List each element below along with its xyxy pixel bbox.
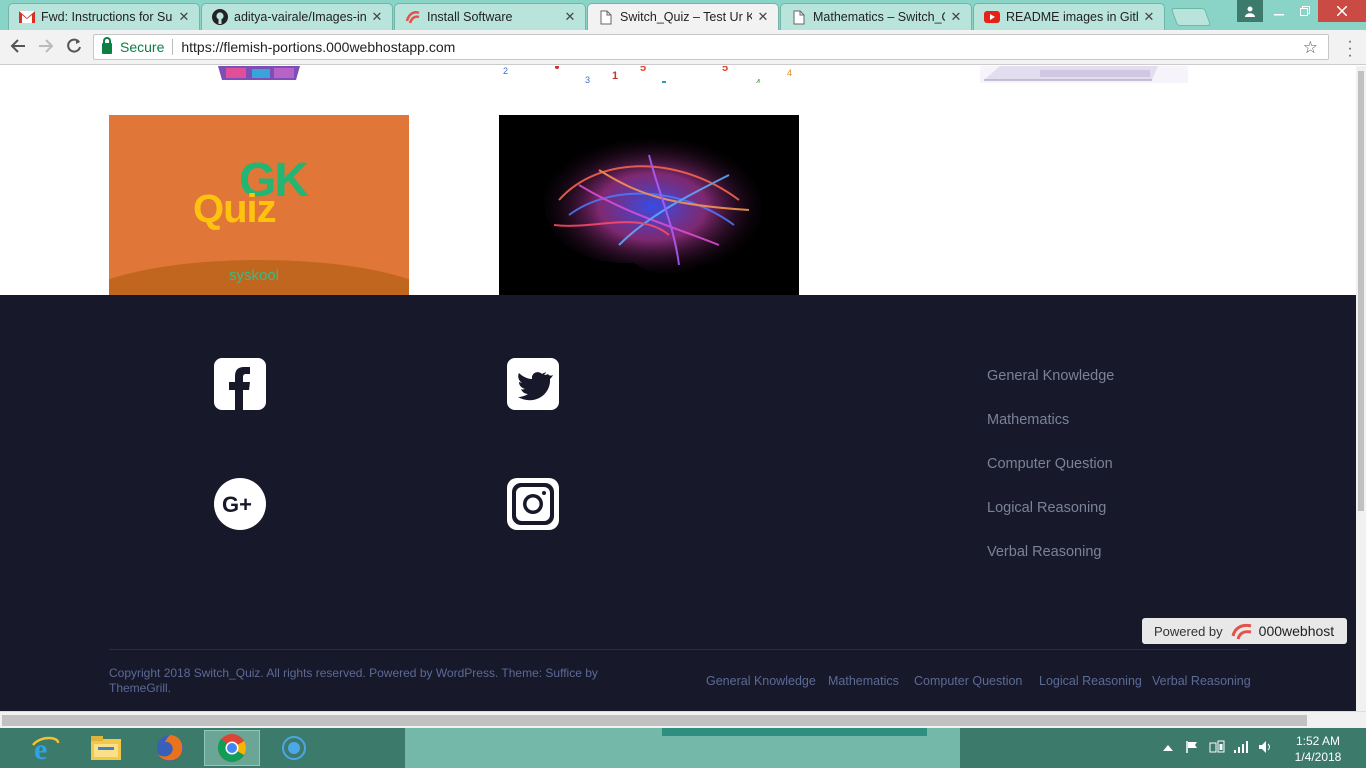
user-profile-icon[interactable]: [1237, 0, 1263, 22]
tab-title: aditya-vairale/Images-in-: [234, 10, 366, 24]
widget-link-verbal-reasoning[interactable]: Verbal Reasoning: [987, 544, 1101, 560]
syskool-logo: syskool: [229, 267, 280, 284]
svg-text:2: 2: [503, 66, 508, 76]
footer-nav-general-knowledge[interactable]: General Knowledge: [706, 674, 816, 688]
secure-indicator[interactable]: Secure: [102, 37, 165, 55]
svg-text:4: 4: [756, 78, 761, 83]
footer-nav-logical-reasoning[interactable]: Logical Reasoning: [1039, 674, 1142, 688]
close-icon[interactable]: ✕: [563, 9, 577, 25]
power-icon[interactable]: [1209, 740, 1225, 757]
bookmark-star-icon[interactable]: ☆: [1303, 38, 1318, 58]
show-hidden-icons-icon[interactable]: [1163, 741, 1173, 755]
close-icon[interactable]: ✕: [370, 9, 384, 25]
close-icon[interactable]: ✕: [1142, 9, 1156, 25]
internet-explorer-icon[interactable]: e: [18, 730, 74, 766]
horizontal-scrollbar[interactable]: [0, 711, 1366, 728]
signal-icon[interactable]: [1233, 740, 1249, 757]
widget-link-logical-reasoning[interactable]: Logical Reasoning: [987, 500, 1106, 516]
powered-by-badge[interactable]: Powered by 000webhost: [1142, 618, 1347, 644]
tab-title: Install Software: [427, 10, 513, 24]
github-icon: [212, 9, 228, 25]
secure-label: Secure: [120, 39, 165, 55]
volume-icon[interactable]: [1258, 740, 1274, 757]
brain-image[interactable]: [499, 115, 799, 295]
svg-text:5: 5: [722, 66, 728, 74]
000webhost-icon: [1231, 622, 1253, 640]
tab-github[interactable]: aditya-vairale/Images-in- ✕: [201, 3, 393, 30]
tab-readme-images[interactable]: README images in Githu ✕: [973, 3, 1165, 30]
forward-arrow-icon[interactable]: [36, 38, 56, 58]
close-icon[interactable]: ✕: [756, 9, 770, 25]
numbers-thumbnail[interactable]: 2 3 1 5 5 4 4: [500, 66, 800, 83]
laptop-thumbnail[interactable]: [980, 66, 1188, 83]
google-plus-icon[interactable]: G+: [214, 478, 266, 530]
cortana-icon[interactable]: [266, 730, 322, 766]
000webhost-icon: [405, 9, 421, 25]
footer-divider: [109, 649, 1248, 650]
clock-date: 1/4/2018: [1294, 750, 1342, 764]
scrollbar-thumb[interactable]: [2, 715, 1307, 726]
restore-icon[interactable]: [1292, 0, 1318, 22]
url-text[interactable]: https://flemish-portions.000webhostapp.c…: [181, 39, 455, 55]
firefox-icon[interactable]: [142, 730, 198, 766]
vertical-scrollbar[interactable]: [1356, 66, 1366, 711]
puzzle-thumbnail[interactable]: [218, 66, 300, 83]
svg-text:G+: G+: [222, 492, 252, 517]
svg-text:5: 5: [640, 66, 646, 74]
clock-time: 1:52 AM: [1295, 734, 1341, 748]
gmail-icon: [19, 9, 35, 25]
page-icon: [598, 9, 614, 25]
gk-quiz-image[interactable]: GK Quiz syskool: [109, 115, 409, 295]
chrome-icon[interactable]: [204, 730, 260, 766]
tab-title: Switch_Quiz – Test Ur Kn: [620, 10, 752, 24]
browser-toolbar: Secure https://flemish-portions.000webho…: [0, 30, 1366, 65]
powered-by-label: Powered by: [1154, 623, 1223, 639]
tab-title: Mathematics – Switch_Q: [813, 10, 945, 24]
youtube-icon: [984, 9, 1000, 25]
tab-switch-quiz[interactable]: Switch_Quiz – Test Ur Kn ✕: [587, 3, 779, 30]
twitter-icon[interactable]: [507, 358, 559, 410]
widget-link-general-knowledge[interactable]: General Knowledge: [987, 368, 1114, 384]
close-icon[interactable]: ✕: [949, 9, 963, 25]
system-clock[interactable]: 1:52 AM 1/4/2018: [1290, 733, 1346, 765]
instagram-icon[interactable]: [507, 478, 559, 530]
tab-mathematics[interactable]: Mathematics – Switch_Q ✕: [780, 3, 972, 30]
widget-link-computer-question[interactable]: Computer Question: [987, 456, 1113, 472]
reload-icon[interactable]: [64, 38, 84, 58]
tab-install-software[interactable]: Install Software ✕: [394, 3, 586, 30]
000webhost-label: 000webhost: [1258, 623, 1335, 639]
footer-nav-mathematics[interactable]: Mathematics: [828, 674, 899, 688]
tab-strip: Fwd: Instructions for Sub ✕ aditya-vaira…: [0, 0, 1366, 30]
windows-taskbar: e 1:52 AM 1/4/2018: [0, 728, 1366, 768]
svg-text:3: 3: [585, 75, 590, 83]
footer-nav-verbal-reasoning[interactable]: Verbal Reasoning: [1152, 674, 1251, 688]
svg-text:1: 1: [612, 70, 618, 82]
footer-nav-computer-question[interactable]: Computer Question: [914, 674, 1022, 688]
close-window-icon[interactable]: [1318, 0, 1366, 22]
file-explorer-icon[interactable]: [78, 730, 134, 766]
browser-menu-icon[interactable]: · · ·: [1342, 34, 1358, 64]
new-tab-button[interactable]: [1170, 8, 1212, 26]
page-viewport: 2 3 1 5 5 4 4 GK Quiz syskool G+ General…: [0, 66, 1356, 711]
quiz-logo-text: Quiz: [193, 187, 277, 231]
action-center-flag-icon[interactable]: [1185, 740, 1199, 757]
facebook-icon[interactable]: [214, 358, 266, 410]
tab-title: Fwd: Instructions for Sub: [41, 10, 173, 24]
site-footer: G+ General Knowledge Mathematics Compute…: [0, 295, 1356, 711]
tab-gmail[interactable]: Fwd: Instructions for Sub ✕: [8, 3, 200, 30]
back-arrow-icon[interactable]: [8, 38, 28, 58]
tab-title: README images in Githu: [1006, 10, 1138, 24]
scrollbar-thumb[interactable]: [1358, 71, 1364, 511]
svg-text:4: 4: [787, 68, 792, 78]
taskbar-highlight: [662, 728, 927, 736]
copyright-text: Copyright 2018 Switch_Quiz. All rights r…: [109, 666, 598, 695]
widget-link-mathematics[interactable]: Mathematics: [987, 412, 1069, 428]
lock-icon: [102, 37, 112, 54]
close-icon[interactable]: ✕: [177, 9, 191, 25]
minimize-icon[interactable]: [1266, 0, 1292, 22]
divider: [172, 39, 174, 55]
address-bar[interactable]: Secure https://flemish-portions.000webho…: [93, 34, 1329, 60]
page-icon: [791, 9, 807, 25]
